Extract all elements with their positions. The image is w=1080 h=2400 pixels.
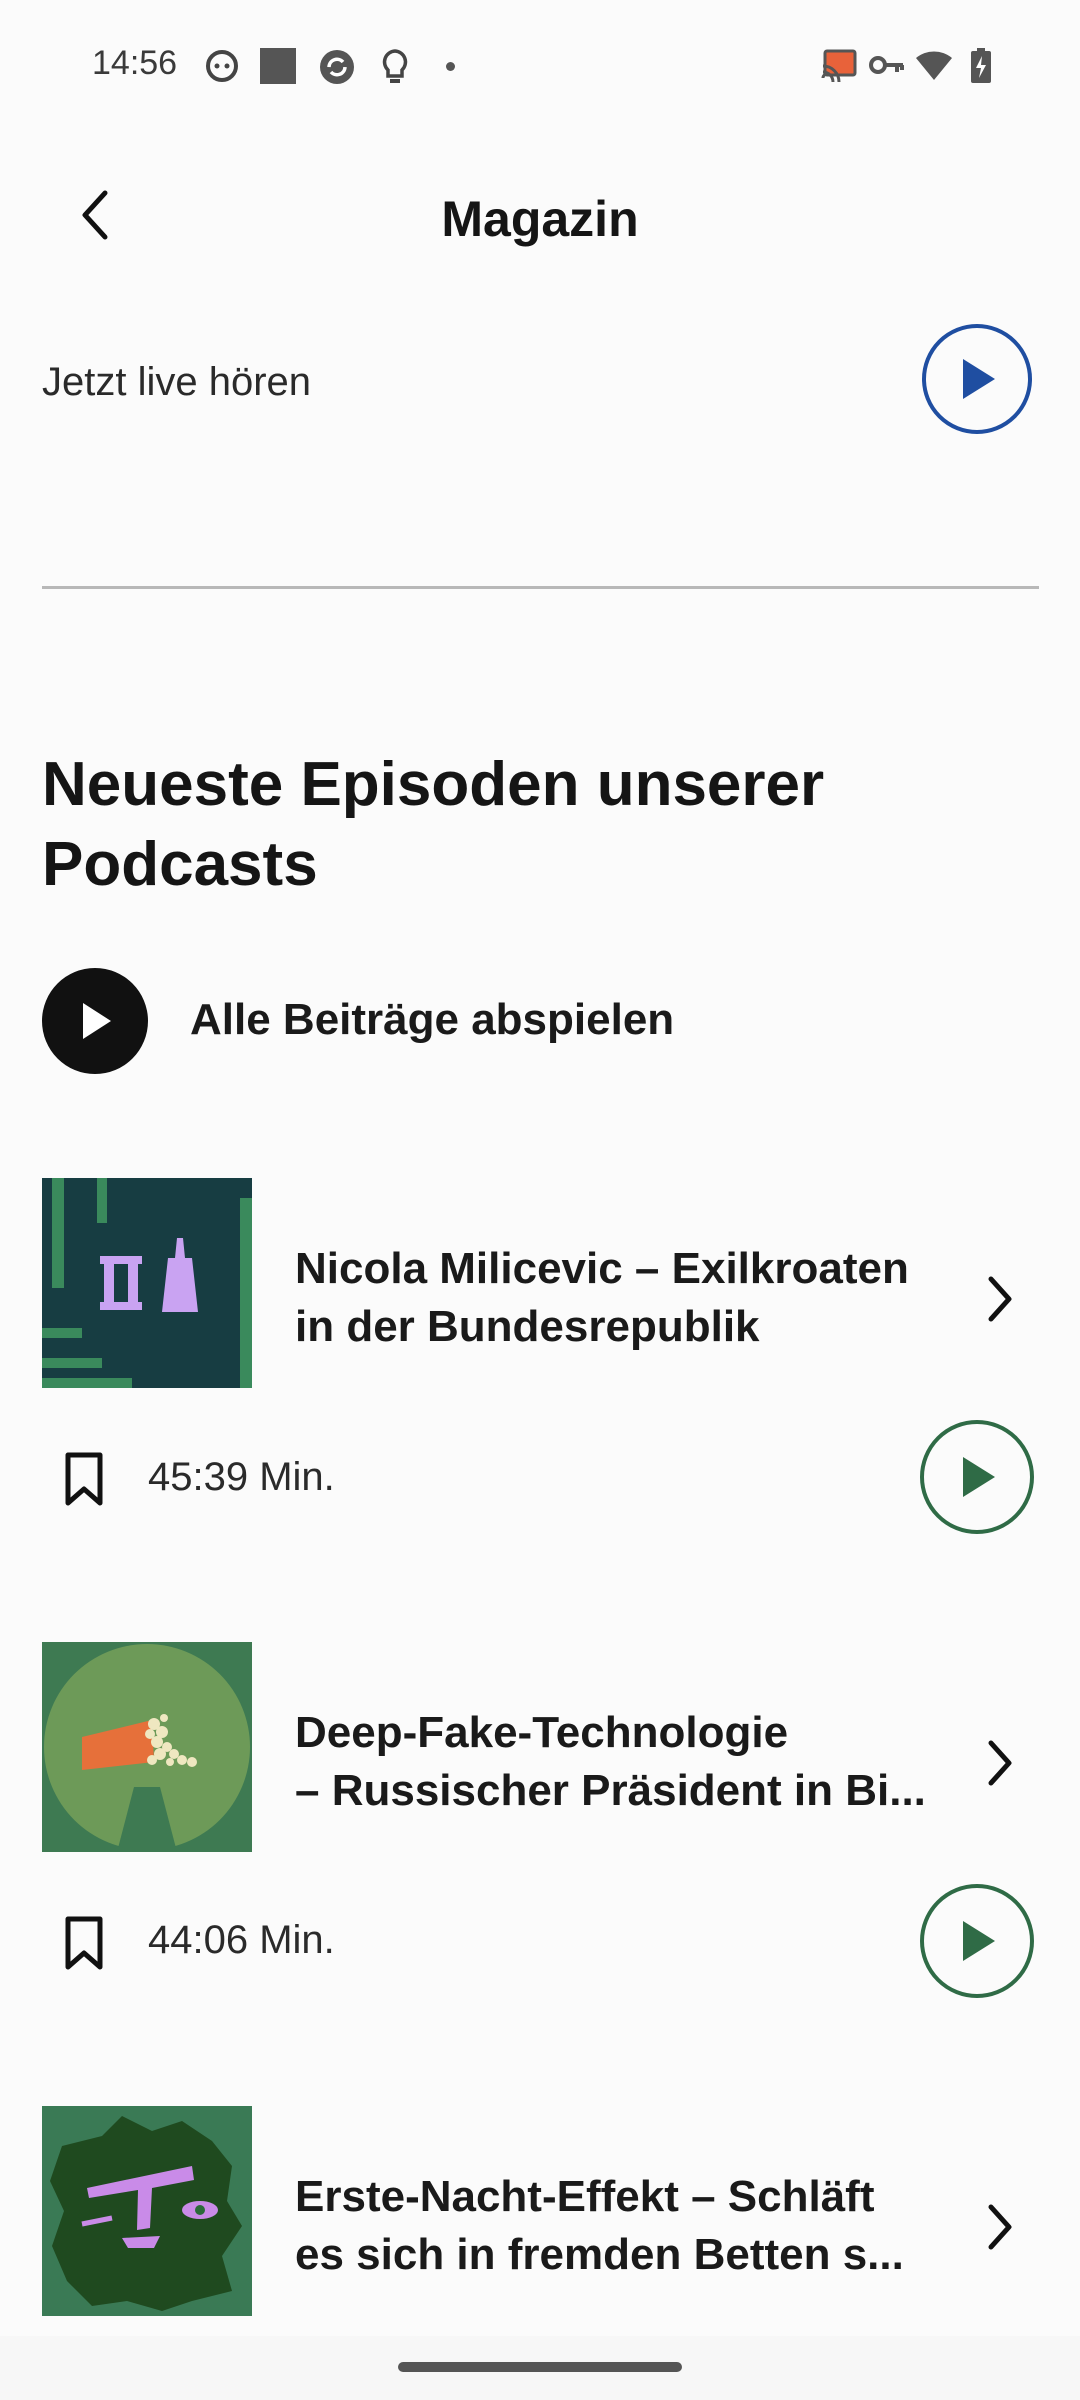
episode-play-button[interactable] — [920, 1884, 1034, 1998]
home-indicator[interactable] — [398, 2362, 682, 2372]
sync-notification-icon — [320, 50, 354, 84]
episode-title[interactable]: Erste-Nacht-Effekt – Schläft es sich in … — [295, 2168, 955, 2284]
chevron-right-icon — [988, 1740, 1012, 1786]
face-notification-icon — [206, 50, 238, 82]
page-title: Magazin — [441, 191, 639, 247]
status-time: 14:56 — [92, 44, 178, 82]
episode-details-button[interactable] — [970, 2192, 1030, 2262]
bookmark-button[interactable] — [54, 1444, 114, 1514]
episode-artwork-image — [42, 2106, 252, 2316]
battery-charging-icon — [971, 48, 991, 83]
live-label: Jetzt live hören — [42, 360, 312, 404]
episode-duration: 45:39 Min. — [148, 1455, 335, 1499]
divider — [42, 586, 1039, 589]
lightbulb-notification-icon — [382, 49, 408, 83]
play-all-label[interactable]: Alle Beiträge abspielen — [190, 995, 674, 1045]
vpn-key-icon — [869, 56, 904, 74]
episode-details-button[interactable] — [970, 1728, 1030, 1798]
play-icon — [963, 1457, 995, 1497]
live-play-button[interactable] — [922, 324, 1032, 434]
play-all-button[interactable] — [42, 968, 148, 1074]
episode-thumbnail[interactable] — [42, 2106, 252, 2316]
episode-thumbnail[interactable] — [42, 1178, 252, 1388]
episode-title[interactable]: Deep-Fake-Technologie – Russischer Präsi… — [295, 1704, 955, 1820]
episode-details-button[interactable] — [970, 1264, 1030, 1334]
episode-artwork-image — [42, 1178, 252, 1388]
bookmark-icon — [65, 1916, 103, 1970]
section-title: Neueste Episoden unserer Podcasts — [42, 750, 825, 899]
play-icon — [83, 1003, 111, 1039]
episode-title[interactable]: Nicola Milicevic – Exilkroaten in der Bu… — [295, 1240, 955, 1356]
square-notification-icon — [260, 48, 296, 84]
more-dot-icon — [446, 62, 455, 71]
episode-thumbnail[interactable] — [42, 1642, 252, 1852]
play-icon — [963, 359, 995, 399]
cast-icon — [821, 49, 857, 82]
chevron-right-icon — [988, 2204, 1012, 2250]
episode-duration: 44:06 Min. — [148, 1918, 335, 1962]
wifi-icon — [916, 51, 952, 80]
episode-artwork-image — [42, 1642, 252, 1852]
chevron-right-icon — [988, 1276, 1012, 1322]
bookmark-button[interactable] — [54, 1908, 114, 1978]
play-icon — [963, 1921, 995, 1961]
bookmark-icon — [65, 1452, 103, 1506]
episode-play-button[interactable] — [920, 1420, 1034, 1534]
